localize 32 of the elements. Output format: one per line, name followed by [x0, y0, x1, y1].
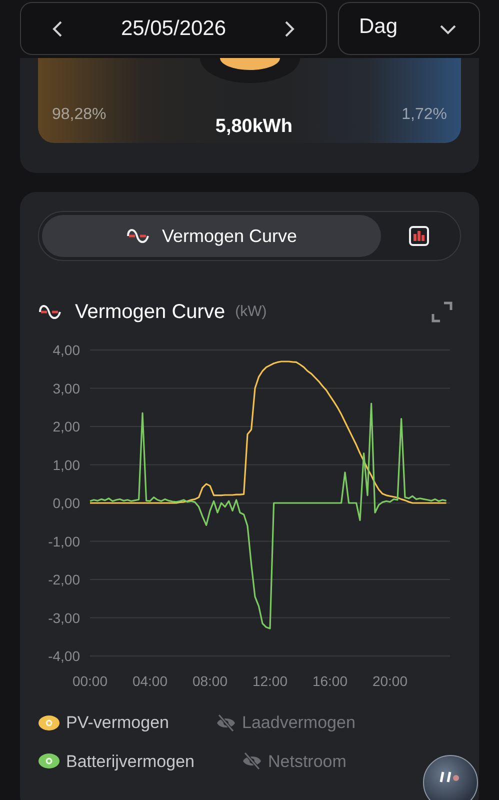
chevron-left-icon[interactable] — [51, 20, 63, 38]
unit-label: (kW) — [235, 302, 267, 322]
curve-tab[interactable]: Vermogen Curve — [42, 215, 381, 257]
y-axis-label: -3,00 — [48, 610, 80, 626]
y-axis-label: 2,00 — [52, 418, 80, 434]
total-energy: 5,80kWh — [215, 114, 292, 138]
x-axis-label: 12:00 — [252, 673, 288, 689]
period-dropdown[interactable]: Dag — [338, 2, 480, 55]
y-axis-label: -4,00 — [48, 648, 80, 664]
chevron-right-icon[interactable] — [284, 20, 296, 38]
sine-wave-icon — [126, 227, 150, 245]
x-axis-label: 04:00 — [132, 673, 168, 689]
y-axis-label: 0,00 — [52, 495, 80, 511]
x-axis-label: 20:00 — [372, 673, 408, 689]
y-axis-label: 3,00 — [52, 380, 80, 396]
expand-icon[interactable] — [431, 301, 453, 323]
solar-percentage: 98,28% — [52, 105, 106, 125]
chart-title: Vermogen Curve — [75, 300, 226, 325]
x-axis-label: 16:00 — [312, 673, 348, 689]
y-axis-label: 4,00 — [52, 342, 80, 358]
y-axis-label: -1,00 — [48, 533, 80, 550]
grid-percentage: 1,72% — [402, 105, 447, 125]
legend-item[interactable]: PV-vermogen — [38, 710, 169, 736]
x-axis-label: 08:00 — [192, 673, 228, 689]
legend-item[interactable]: Batterijvermogen — [38, 748, 195, 774]
date-text: 25/05/2026 — [120, 16, 226, 42]
sine-wave-icon — [38, 303, 62, 321]
y-axis-label: 1,00 — [52, 456, 80, 473]
x-axis-label: 00:00 — [72, 673, 108, 689]
y-axis-label: -2,00 — [48, 572, 80, 588]
chevron-down-icon — [439, 22, 457, 34]
bar-chart-icon — [408, 225, 430, 247]
